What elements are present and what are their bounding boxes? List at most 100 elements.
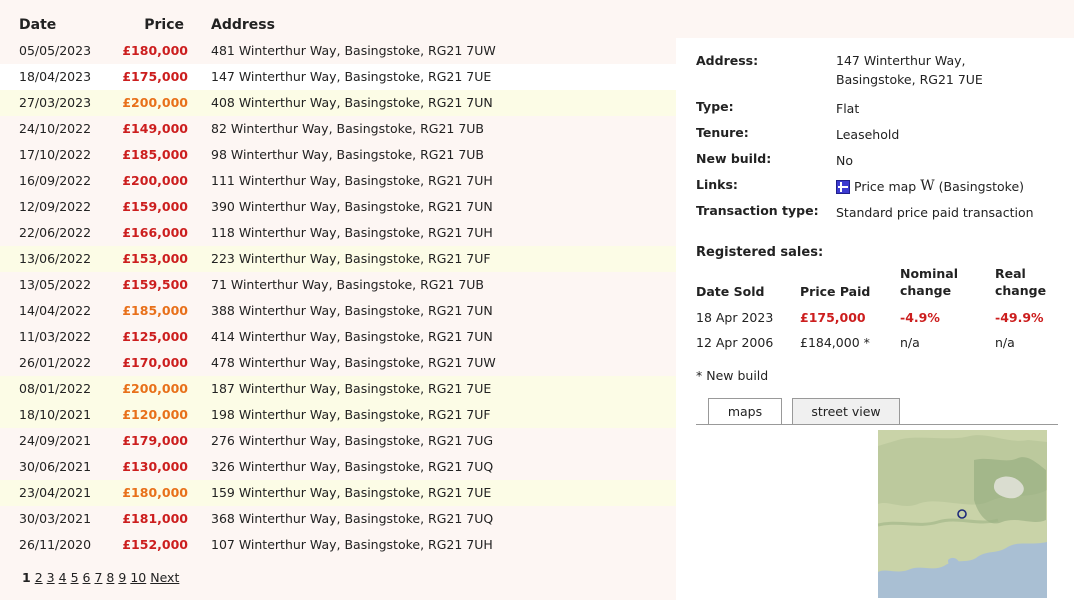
page-link-5[interactable]: 5 — [71, 570, 79, 585]
row-address[interactable]: 98 Winterthur Way, Basingstoke, RG21 7UB — [211, 142, 484, 168]
price-map-link[interactable]: Price map — [854, 177, 916, 196]
column-header-address[interactable]: Address — [211, 17, 275, 33]
registered-sales-title: Registered sales: — [696, 245, 824, 260]
table-row[interactable]: 13/05/2022 £159,500 71 Winterthur Way, Bas… — [0, 272, 676, 298]
row-date: 05/05/2023 — [19, 43, 92, 58]
row-date: 13/06/2022 — [19, 251, 92, 266]
page-link-2[interactable]: 2 — [35, 570, 43, 585]
table-row[interactable]: 26/01/2022 £170,000 478 Winterthur Way, Ba… — [0, 350, 676, 376]
row-address[interactable]: 107 Winterthur Way, Basingstoke, RG21 7U… — [211, 532, 493, 558]
row-address[interactable]: 198 Winterthur Way, Basingstoke, RG21 7U… — [211, 402, 491, 428]
row-price: £159,000 — [122, 199, 188, 214]
sales-list-panel: Date Price Address 05/05/2023 £180,000 481… — [0, 0, 676, 600]
row-address[interactable]: 82 Winterthur Way, Basingstoke, RG21 7UB — [211, 116, 484, 142]
column-header-date[interactable]: Date — [19, 17, 56, 33]
row-address[interactable]: 71 Winterthur Way, Basingstoke, RG21 7UB — [211, 272, 484, 298]
row-address[interactable]: 118 Winterthur Way, Basingstoke, RG21 7U… — [211, 220, 493, 246]
sale-2-date: 12 Apr 2006 — [696, 335, 774, 350]
table-row[interactable]: 18/10/2021 £120,000 198 Winterthur Way, Ba… — [0, 402, 676, 428]
page-link-6[interactable]: 6 — [83, 570, 91, 585]
table-row[interactable]: 22/06/2022 £166,000 118 Winterthur Way, Ba… — [0, 220, 676, 246]
row-date: 16/09/2022 — [19, 173, 92, 188]
column-header-price[interactable]: Price — [120, 17, 184, 33]
page-link-1: 1 — [22, 570, 31, 585]
table-header: Date Price Address — [0, 17, 676, 37]
table-row[interactable]: 26/11/2020 £152,000 107 Winterthur Way, Ba… — [0, 532, 676, 558]
sale-2-real-change: n/a — [995, 335, 1015, 350]
row-price: £181,000 — [122, 511, 188, 526]
table-row[interactable]: 11/03/2022 £125,000 414 Winterthur Way, Ba… — [0, 324, 676, 350]
tab-maps[interactable]: maps — [708, 398, 782, 424]
row-date: 24/10/2022 — [19, 121, 92, 136]
row-date: 17/10/2022 — [19, 147, 92, 162]
table-row[interactable]: 05/05/2023 £180,000 481 Winterthur Way, Ba… — [0, 38, 676, 64]
page-link-9[interactable]: 9 — [118, 570, 126, 585]
row-address[interactable]: 159 Winterthur Way, Basingstoke, RG21 7U… — [211, 480, 491, 506]
sale-1-real-change: -49.9% — [995, 310, 1044, 325]
page-link-3[interactable]: 3 — [47, 570, 55, 585]
row-date: 26/11/2020 — [19, 537, 92, 552]
links-label: Links: — [696, 177, 738, 192]
tenure-value: Leasehold — [836, 127, 900, 142]
row-date: 22/06/2022 — [19, 225, 92, 240]
row-address[interactable]: 481 Winterthur Way, Basingstoke, RG21 7U… — [211, 38, 496, 64]
table-row[interactable]: 17/10/2022 £185,000 98 Winterthur Way, Bas… — [0, 142, 676, 168]
row-date: 26/01/2022 — [19, 355, 92, 370]
row-address[interactable]: 276 Winterthur Way, Basingstoke, RG21 7U… — [211, 428, 493, 454]
row-price: £185,000 — [122, 303, 188, 318]
row-address[interactable]: 388 Winterthur Way, Basingstoke, RG21 7U… — [211, 298, 493, 324]
row-date: 12/09/2022 — [19, 199, 92, 214]
table-row[interactable]: 30/06/2021 £130,000 326 Winterthur Way, Ba… — [0, 454, 676, 480]
row-address[interactable]: 478 Winterthur Way, Basingstoke, RG21 7U… — [211, 350, 496, 376]
sale-1-nominal-change: -4.9% — [900, 310, 940, 325]
row-address[interactable]: 414 Winterthur Way, Basingstoke, RG21 7U… — [211, 324, 493, 350]
sales-table-body: 05/05/2023 £180,000 481 Winterthur Way, Ba… — [0, 38, 676, 558]
page-link-8[interactable]: 8 — [106, 570, 114, 585]
row-address[interactable]: 111 Winterthur Way, Basingstoke, RG21 7U… — [211, 168, 493, 194]
row-address[interactable]: 187 Winterthur Way, Basingstoke, RG21 7U… — [211, 376, 491, 402]
row-price: £175,000 — [122, 69, 188, 84]
page-link-10[interactable]: 10 — [130, 570, 146, 585]
row-address[interactable]: 147 Winterthur Way, Basingstoke, RG21 7U… — [211, 64, 491, 90]
wikipedia-icon[interactable]: W — [920, 177, 934, 196]
row-address[interactable]: 223 Winterthur Way, Basingstoke, RG21 7U… — [211, 246, 491, 272]
map-tabs: maps street view — [696, 398, 1058, 425]
tenure-label: Tenure: — [696, 125, 749, 140]
address-line-1: 147 Winterthur Way, — [836, 53, 966, 68]
tab-street-view[interactable]: street view — [792, 398, 900, 424]
row-date: 14/04/2022 — [19, 303, 92, 318]
row-price: £152,000 — [122, 537, 188, 552]
table-row[interactable]: 14/04/2022 £185,000 388 Winterthur Way, Ba… — [0, 298, 676, 324]
table-row[interactable]: 13/06/2022 £153,000 223 Winterthur Way, Ba… — [0, 246, 676, 272]
table-row[interactable]: 30/03/2021 £181,000 368 Winterthur Way, Ba… — [0, 506, 676, 532]
next-page-link[interactable]: Next — [150, 570, 179, 585]
wikipedia-link[interactable]: (Basingstoke) — [939, 177, 1024, 196]
row-price: £166,000 — [122, 225, 188, 240]
table-row[interactable]: 18/04/2023 £175,000 147 Winterthur Way, Ba… — [0, 64, 676, 90]
row-date: 30/06/2021 — [19, 459, 92, 474]
row-address[interactable]: 326 Winterthur Way, Basingstoke, RG21 7U… — [211, 454, 493, 480]
table-row[interactable]: 24/09/2021 £179,000 276 Winterthur Way, Ba… — [0, 428, 676, 454]
new-build-value: No — [836, 153, 853, 168]
row-date: 11/03/2022 — [19, 329, 92, 344]
table-row[interactable]: 16/09/2022 £200,000 111 Winterthur Way, Ba… — [0, 168, 676, 194]
location-map[interactable] — [878, 430, 1047, 598]
table-row[interactable]: 24/10/2022 £149,000 82 Winterthur Way, Bas… — [0, 116, 676, 142]
row-price: £200,000 — [122, 173, 188, 188]
table-row[interactable]: 12/09/2022 £159,000 390 Winterthur Way, Ba… — [0, 194, 676, 220]
page-link-4[interactable]: 4 — [59, 570, 67, 585]
page-link-7[interactable]: 7 — [94, 570, 102, 585]
new-build-label: New build: — [696, 151, 772, 166]
table-row[interactable]: 27/03/2023 £200,000 408 Winterthur Way, Ba… — [0, 90, 676, 116]
table-row[interactable]: 08/01/2022 £200,000 187 Winterthur Way, Ba… — [0, 376, 676, 402]
row-address[interactable]: 390 Winterthur Way, Basingstoke, RG21 7U… — [211, 194, 493, 220]
row-price: £125,000 — [122, 329, 188, 344]
table-row[interactable]: 23/04/2021 £180,000 159 Winterthur Way, Ba… — [0, 480, 676, 506]
sale-2-price: £184,000 * — [800, 335, 870, 350]
row-price: £180,000 — [122, 43, 188, 58]
row-address[interactable]: 368 Winterthur Way, Basingstoke, RG21 7U… — [211, 506, 493, 532]
price-map-icon[interactable] — [836, 179, 850, 194]
row-address[interactable]: 408 Winterthur Way, Basingstoke, RG21 7U… — [211, 90, 493, 116]
new-build-footnote: * New build — [696, 368, 769, 383]
row-price: £200,000 — [122, 381, 188, 396]
